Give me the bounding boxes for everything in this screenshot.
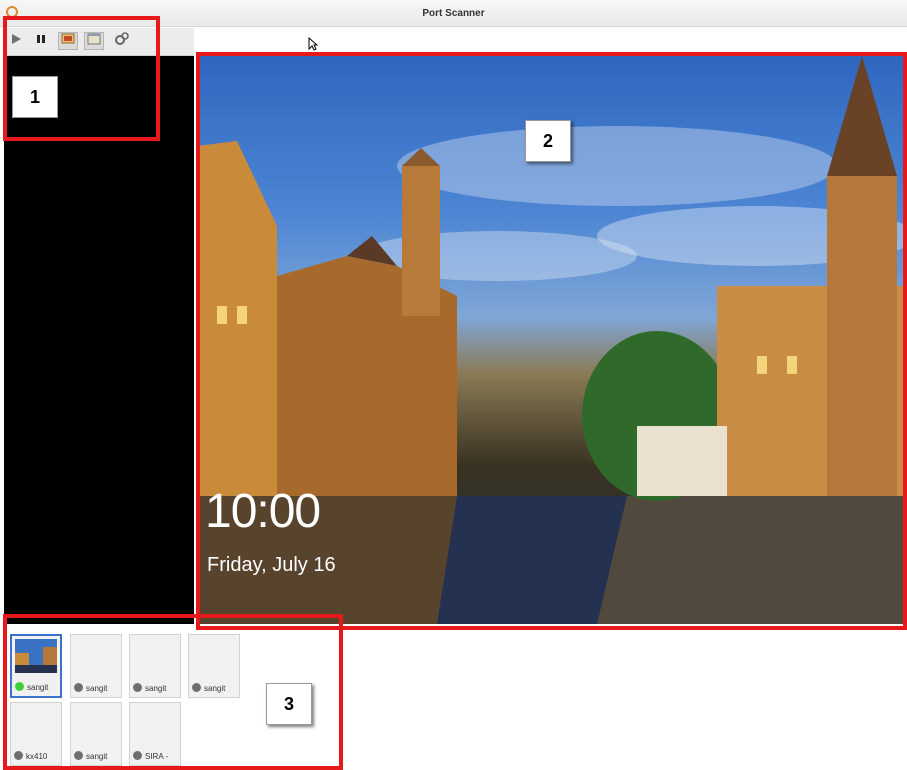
callout-label-3: 3: [266, 683, 312, 725]
callout-label-1: 1: [12, 76, 58, 118]
left-pane: [4, 56, 194, 624]
callout-label-2: 2: [525, 120, 571, 162]
